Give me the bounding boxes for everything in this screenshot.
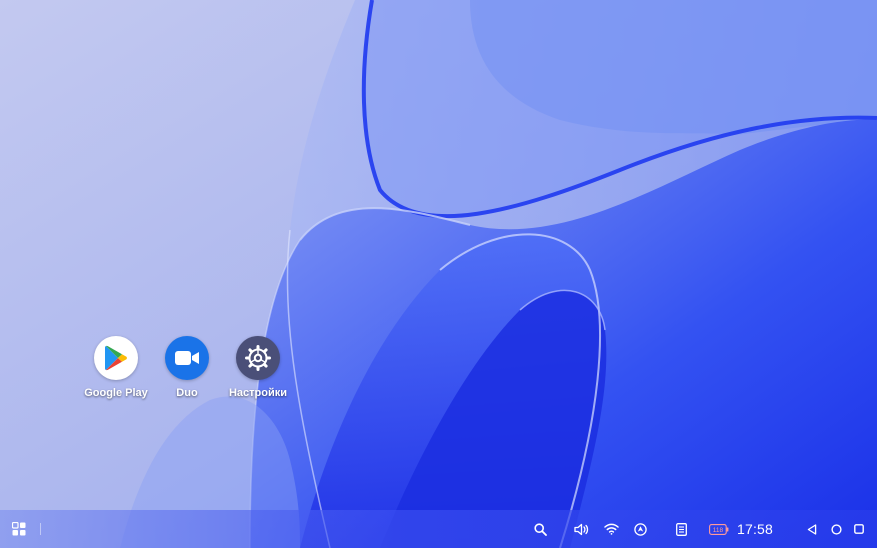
recents-icon[interactable]: [849, 510, 869, 548]
wallpaper: [0, 0, 877, 548]
app-label: Google Play: [84, 387, 148, 399]
desktop-screen: Google Play Duo Настройки 118 17:58: [0, 0, 877, 548]
app-duo[interactable]: Duo: [147, 336, 227, 399]
taskbar: 118 17:58: [0, 510, 877, 548]
search-icon[interactable]: [530, 510, 550, 548]
taskbar-divider: [40, 523, 41, 535]
app-settings[interactable]: Настройки: [218, 336, 298, 399]
home-icon[interactable]: [826, 510, 846, 548]
notes-icon[interactable]: [671, 510, 691, 548]
taskbar-clock[interactable]: 17:58: [737, 510, 773, 548]
app-label: Настройки: [228, 387, 288, 399]
battery-level-text: 118: [713, 527, 724, 534]
app-google-play[interactable]: Google Play: [76, 336, 156, 399]
app-grid-icon[interactable]: [8, 510, 30, 548]
volume-icon[interactable]: [571, 510, 591, 548]
battery-icon[interactable]: 118: [707, 510, 731, 548]
wifi-icon[interactable]: [601, 510, 621, 548]
location-up-icon[interactable]: [630, 510, 650, 548]
app-label: Duo: [176, 387, 198, 399]
settings-gear-icon: [236, 336, 280, 380]
google-play-icon: [94, 336, 138, 380]
back-icon[interactable]: [802, 510, 822, 548]
duo-video-icon: [165, 336, 209, 380]
